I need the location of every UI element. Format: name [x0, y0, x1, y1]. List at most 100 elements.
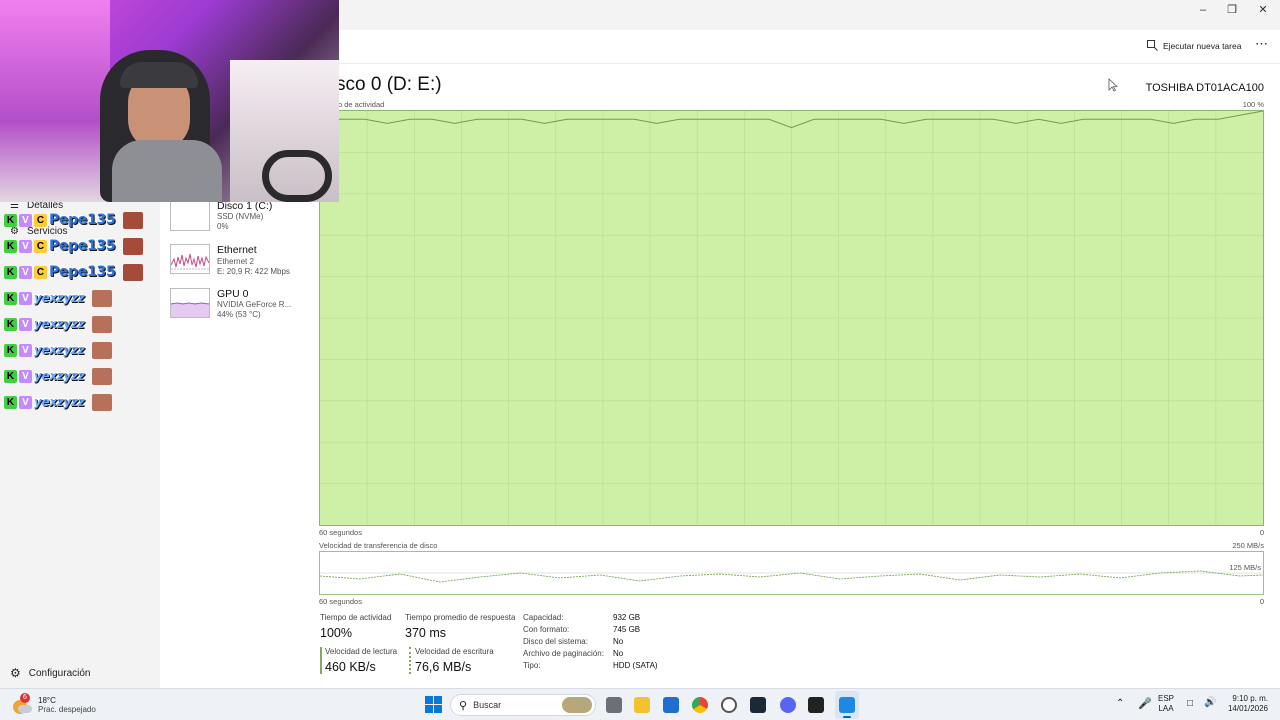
nav-item-settings[interactable]: ⚙ Configuración: [10, 666, 90, 680]
active-indicator: [843, 716, 851, 718]
page-title: sco 0 (D: E:): [336, 74, 442, 95]
webcam-shirt: [112, 140, 222, 202]
clock[interactable]: 9:10 p. m. 14/01/2026: [1224, 694, 1268, 714]
new-task-icon: [1147, 40, 1158, 51]
maximize-button[interactable]: ❐: [1217, 0, 1247, 20]
webcam-left-light: [0, 0, 110, 202]
read-speed-marker: [320, 647, 322, 674]
kick-badge-icon: K: [4, 265, 17, 279]
crown-badge-icon: C: [34, 265, 47, 279]
chat-message: K V C Pepe135: [4, 209, 149, 231]
network-icon[interactable]: □: [1187, 698, 1193, 709]
task-manager-active[interactable]: [835, 691, 859, 719]
chrome-icon[interactable]: [692, 697, 708, 713]
task-view-icon[interactable]: [606, 697, 622, 713]
chat-username: yexzyzz: [34, 395, 85, 409]
device-line2: 0%: [217, 222, 229, 231]
taskbar: 6 18°C Prac. despejado ⚲ Buscar ⌃ 🎤 ESP …: [0, 688, 1280, 720]
vip-badge-icon: V: [19, 369, 32, 383]
avg-response-label: Tiempo promedio de respuesta: [405, 613, 516, 622]
weather-temp: 18°C: [38, 696, 56, 705]
vip-badge-icon: V: [19, 239, 32, 253]
vip-badge-icon: V: [19, 265, 32, 279]
device-item-disk1[interactable]: Disco 1 (C:) SSD (NVMe) 0%: [170, 200, 310, 235]
vip-badge-icon: V: [19, 317, 32, 331]
chevron-up-icon[interactable]: ⌃: [1116, 698, 1124, 709]
capacity-value: 932 GB: [613, 613, 641, 622]
file-explorer-icon[interactable]: [634, 697, 650, 713]
microphone-icon[interactable]: 🎤: [1138, 697, 1152, 710]
chat-message: K V yexzyzz: [4, 365, 149, 387]
kick-badge-icon: K: [4, 317, 17, 331]
lang-bottom: LAA: [1158, 704, 1174, 713]
discord-icon[interactable]: [780, 697, 796, 713]
type-value: HDD (SATA): [613, 661, 658, 670]
kick-badge-icon: K: [4, 343, 17, 357]
disk-model: TOSHIBA DT01ACA100: [1145, 82, 1264, 94]
outlook-icon[interactable]: [663, 697, 679, 713]
write-speed-value: 76,6 MB/s: [415, 660, 472, 674]
emote-icon: [92, 315, 113, 333]
vip-badge-icon: V: [19, 291, 32, 305]
chat-username: yexzyzz: [34, 343, 85, 357]
volume-icon[interactable]: 🔊: [1204, 697, 1216, 708]
system-disk-label: Disco del sistema:: [523, 637, 588, 646]
activity-chart: [319, 110, 1264, 526]
new-task-button[interactable]: Ejecutar nueva tarea: [1147, 40, 1241, 51]
ethernet-thumbnail: [170, 244, 210, 274]
crown-badge-icon: C: [34, 213, 47, 227]
chat-username: yexzyzz: [34, 317, 85, 331]
avg-response-value: 370 ms: [405, 626, 446, 640]
device-name: GPU 0: [217, 288, 249, 300]
chat-message: K V C Pepe135: [4, 235, 149, 257]
weather-desc: Prac. despejado: [38, 705, 96, 714]
steam-icon[interactable]: [750, 697, 766, 713]
lang-top: ESP: [1158, 694, 1175, 703]
device-line2: 44% (53 °C): [217, 310, 261, 319]
search-box[interactable]: ⚲ Buscar: [450, 694, 596, 716]
emote-icon: [92, 341, 113, 359]
read-speed-value: 460 KB/s: [325, 660, 376, 674]
vip-badge-icon: V: [19, 213, 32, 227]
close-button[interactable]: ✕: [1248, 0, 1278, 20]
task-manager-icon: [839, 697, 855, 713]
gpu-thumbnail: [170, 288, 210, 318]
chat-message: K V yexzyzz: [4, 339, 149, 361]
chat-message: K V yexzyzz: [4, 391, 149, 413]
nav-settings-label: Configuración: [28, 667, 91, 679]
device-item-ethernet[interactable]: Ethernet Ethernet 2 E: 20,9 R: 422 Mbps: [170, 244, 310, 279]
kick-badge-icon: K: [4, 369, 17, 383]
search-highlight-icon: [562, 697, 592, 713]
type-label: Tipo:: [523, 661, 541, 670]
activity-chart-svg: [320, 110, 1264, 525]
transfer-chart-svg: [319, 570, 1264, 583]
weather-widget[interactable]: 6 18°C Prac. despejado: [10, 693, 96, 715]
chat-username: Pepe135: [49, 238, 116, 254]
game-app-icon[interactable]: [808, 697, 824, 713]
transfer-x-label: 60 segundos: [319, 597, 362, 606]
device-line1: Ethernet 2: [217, 257, 254, 266]
minimize-button[interactable]: –: [1188, 0, 1218, 20]
transfer-chart-mid: 125 MB/s: [1229, 563, 1261, 572]
weather-badge: 6: [20, 693, 30, 703]
chat-message: K V C Pepe135: [4, 261, 149, 283]
more-options-icon[interactable]: ⋯: [1255, 36, 1269, 52]
emote-icon: [92, 393, 113, 411]
device-line1: SSD (NVMe): [217, 212, 264, 221]
device-item-gpu[interactable]: GPU 0 NVIDIA GeForce R... 44% (53 °C): [170, 288, 310, 323]
transfer-chart-label: Velocidad de transferencia de disco: [319, 541, 438, 550]
transfer-x-zero: 0: [1259, 597, 1264, 606]
obs-icon[interactable]: [721, 697, 737, 713]
page-file-label: Archivo de paginación:: [523, 649, 604, 658]
transfer-chart-max: 250 MB/s: [1232, 541, 1264, 550]
device-name: Ethernet: [217, 244, 257, 256]
language-indicator[interactable]: ESP LAA: [1158, 694, 1174, 714]
chat-message: K V yexzyzz: [4, 287, 149, 309]
chat-username: Pepe135: [49, 264, 116, 280]
vip-badge-icon: V: [19, 343, 32, 357]
start-button[interactable]: [425, 696, 442, 716]
system-disk-value: No: [613, 637, 624, 646]
emote-icon: [92, 367, 113, 385]
kick-badge-icon: K: [4, 395, 17, 409]
activity-chart-label: o de actividad: [338, 100, 385, 109]
